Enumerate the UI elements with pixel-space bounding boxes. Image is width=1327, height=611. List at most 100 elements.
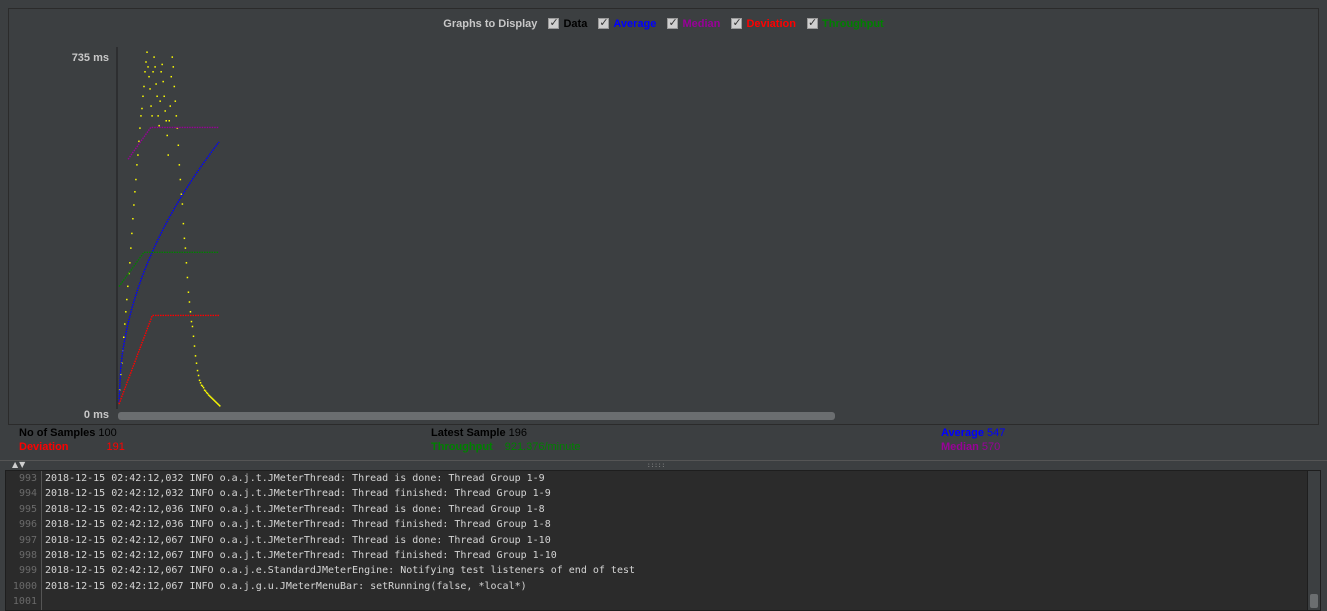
data-point xyxy=(168,120,170,122)
data-point xyxy=(137,154,139,156)
data-point xyxy=(188,301,191,303)
data-point xyxy=(175,115,178,117)
grip-icon[interactable]: ::::: xyxy=(647,462,665,469)
data-point xyxy=(138,140,140,143)
data-point xyxy=(171,56,174,58)
data-point xyxy=(170,75,173,78)
log-line-text: 2018-12-15 02:42:12,067 INFO o.a.j.t.JMe… xyxy=(45,534,551,546)
data-point xyxy=(202,386,205,389)
data-point xyxy=(149,88,151,90)
log-vertical-scrollbar[interactable] xyxy=(1307,471,1320,610)
samples-stat: No of Samples 100 xyxy=(19,427,117,439)
data-point xyxy=(163,95,165,98)
data-point xyxy=(198,379,201,382)
data-point xyxy=(156,95,158,98)
log-line: 1000 2018-12-15 02:42:12,067 INFO o.a.j.g… xyxy=(6,578,1320,595)
data-point xyxy=(130,247,132,249)
log-line-number: 994 xyxy=(6,486,42,502)
split-pane-divider[interactable]: ▲▼ ::::: xyxy=(0,460,1327,469)
data-point xyxy=(182,222,185,225)
data-point xyxy=(194,355,197,357)
series-line-throughput xyxy=(118,251,219,288)
data-point xyxy=(145,61,147,63)
average-label: Average xyxy=(941,427,985,439)
samples-label: No of Samples xyxy=(19,427,96,439)
data-point xyxy=(157,115,159,117)
data-point xyxy=(187,291,190,293)
data-point xyxy=(136,164,138,166)
data-point xyxy=(152,71,154,73)
data-point xyxy=(166,134,168,137)
data-point xyxy=(129,262,131,264)
data-point xyxy=(147,66,149,68)
data-point xyxy=(183,237,186,240)
data-point xyxy=(204,390,207,392)
data-point xyxy=(173,85,176,88)
series-line-median xyxy=(127,126,219,160)
deviation-label: Deviation xyxy=(19,441,69,453)
data-point xyxy=(142,95,144,98)
data-point xyxy=(219,405,221,407)
data-point xyxy=(150,105,152,107)
data-point xyxy=(199,382,202,384)
log-scrollbar-thumb[interactable] xyxy=(1310,594,1318,608)
data-point xyxy=(146,51,148,53)
log-line-number: 997 xyxy=(6,532,42,548)
average-stat: Average 547 xyxy=(941,427,1005,439)
latest-label: Latest Sample xyxy=(431,427,506,439)
log-line-number: 995 xyxy=(6,501,42,518)
data-point xyxy=(185,262,188,264)
data-point xyxy=(177,144,180,147)
data-point xyxy=(196,369,199,372)
data-point xyxy=(206,392,209,395)
data-point xyxy=(135,178,137,181)
data-point xyxy=(127,285,129,288)
log-panel[interactable]: 993 2018-12-15 02:42:12,032 INFO o.a.j.t.… xyxy=(5,470,1321,611)
data-point xyxy=(195,362,198,364)
data-point xyxy=(179,178,182,181)
data-point xyxy=(132,217,134,220)
log-line-number: 998 xyxy=(6,547,42,564)
log-line: 993 2018-12-15 02:42:12,032 INFO o.a.j.t.… xyxy=(6,471,1320,487)
data-point xyxy=(172,66,175,68)
stats-panel: No of Samples 100 Deviation 191 Latest Sam… xyxy=(0,427,1327,457)
data-point xyxy=(164,110,166,112)
data-point xyxy=(159,100,161,102)
data-point xyxy=(154,66,156,68)
data-point xyxy=(169,105,172,107)
data-point xyxy=(174,100,177,102)
log-line-text: 2018-12-15 02:42:12,036 INFO o.a.j.t.JMe… xyxy=(45,503,545,515)
average-value: 547 xyxy=(987,427,1006,439)
log-line: 999 2018-12-15 02:42:12,067 INFO o.a.j.e.… xyxy=(6,563,1320,579)
data-point xyxy=(193,345,196,347)
deviation-value: 191 xyxy=(106,441,125,453)
y-min-label: 0 ms xyxy=(84,409,109,421)
log-line-number: 996 xyxy=(6,517,42,533)
data-point xyxy=(143,85,145,88)
data-point xyxy=(162,80,164,83)
log-lines: 993 2018-12-15 02:42:12,032 INFO o.a.j.t.… xyxy=(6,471,1320,610)
log-line-number: 993 xyxy=(6,471,42,487)
log-line: 995 2018-12-15 02:42:12,036 INFO o.a.j.t.… xyxy=(6,501,1320,518)
data-point xyxy=(133,204,135,206)
y-max-label: 735 ms xyxy=(72,52,109,64)
data-point xyxy=(151,115,153,117)
collapse-arrows-icon[interactable]: ▲▼ xyxy=(12,460,26,469)
data-point xyxy=(123,336,125,339)
data-point xyxy=(178,164,181,166)
log-line-number: 1001 xyxy=(6,594,42,610)
data-point xyxy=(126,298,128,301)
horizontal-scrollbar-thumb[interactable] xyxy=(118,412,835,420)
throughput-value: 921.376/minute xyxy=(504,441,581,453)
log-line-text: 2018-12-15 02:42:12,032 INFO o.a.j.t.JMe… xyxy=(45,473,545,484)
data-point xyxy=(134,191,136,193)
latest-sample-stat: Latest Sample 196 xyxy=(431,427,527,439)
data-point xyxy=(160,71,162,73)
data-point xyxy=(189,311,192,313)
log-line-text: 2018-12-15 02:42:12,067 INFO o.a.j.t.JMe… xyxy=(45,549,557,561)
data-point xyxy=(191,325,194,328)
data-point xyxy=(184,247,187,249)
data-point xyxy=(197,374,200,377)
throughput-label: Throughput xyxy=(431,441,493,453)
data-point xyxy=(140,115,142,117)
